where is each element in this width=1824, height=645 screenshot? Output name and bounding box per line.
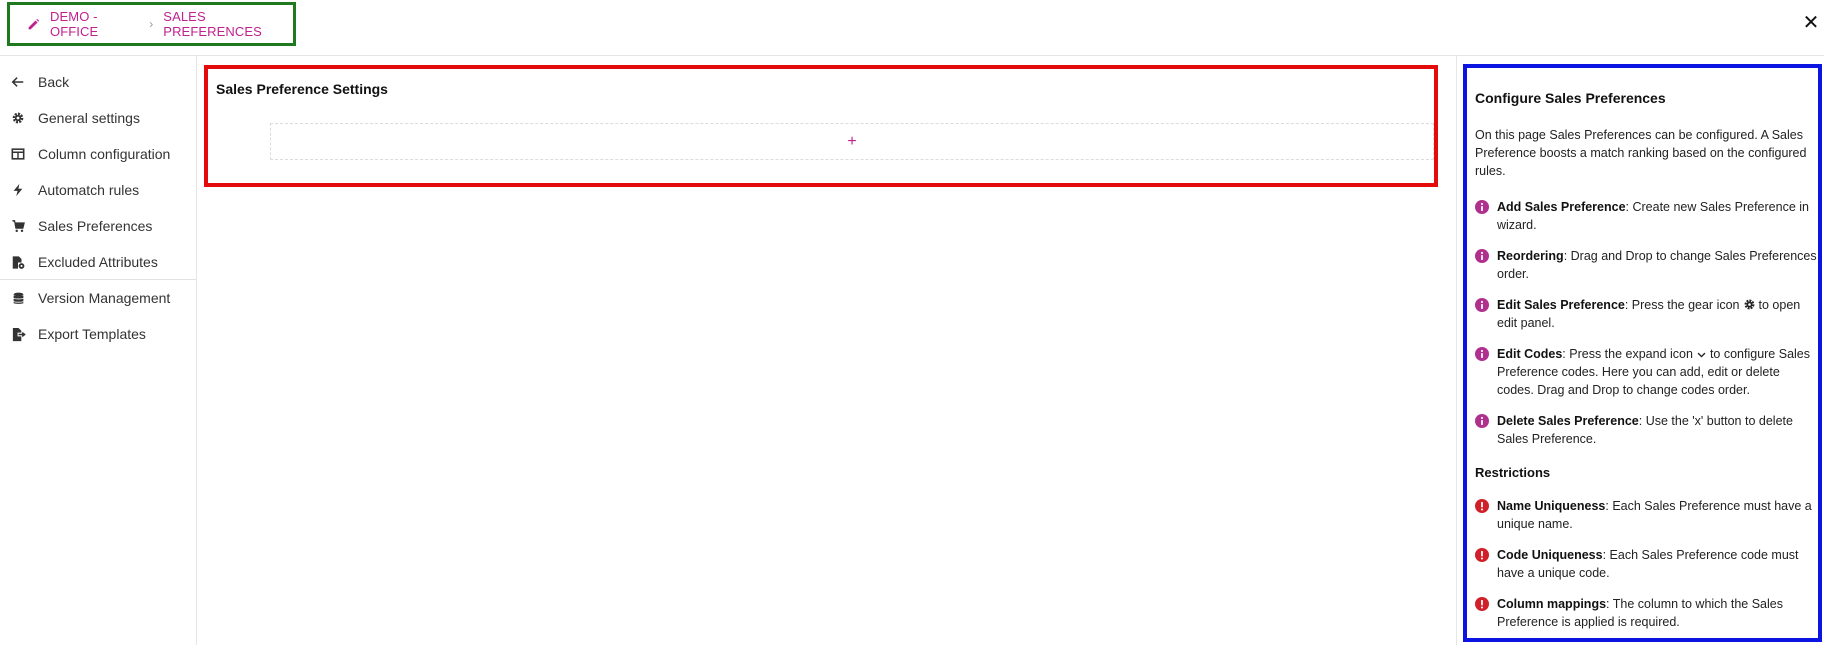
arrow-left-icon: [10, 74, 26, 90]
help-item-edit-codes: Edit Codes: Press the expand icon to conf…: [1475, 345, 1820, 399]
sales-preference-settings-panel: Sales Preference Settings +: [204, 65, 1438, 187]
restriction-code-uniqueness: Code Uniqueness: Each Sales Preference c…: [1475, 546, 1820, 582]
close-button[interactable]: ✕: [1801, 13, 1821, 33]
help-intro: On this page Sales Preferences can be co…: [1475, 128, 1807, 178]
info-icon: [1475, 298, 1489, 312]
restriction-column-mappings: Column mappings: The column to which the…: [1475, 595, 1820, 631]
sidebar-item-label: Sales Preferences: [38, 218, 153, 234]
sidebar-item-automatch-rules[interactable]: Automatch rules: [0, 172, 196, 208]
sidebar-item-version-management[interactable]: Version Management: [0, 280, 196, 316]
help-item-reordering: Reordering: Drag and Drop to change Sale…: [1475, 247, 1820, 283]
info-icon: [1475, 200, 1489, 214]
sidebar-item-label: Export Templates: [38, 326, 146, 342]
breadcrumb-item-sales-preferences[interactable]: SALES PREFERENCES: [163, 9, 293, 39]
restriction-title: Name Uniqueness: [1497, 499, 1606, 513]
warning-icon: [1475, 499, 1489, 513]
warning-icon: [1475, 548, 1489, 562]
sidebar-item-label: Version Management: [38, 290, 171, 306]
help-item-title: Edit Codes: [1497, 347, 1563, 361]
restriction-title: Code Uniqueness: [1497, 548, 1603, 562]
restrictions-title: Restrictions: [1475, 465, 1551, 480]
help-item-edit: Edit Sales Preference: Press the gear ic…: [1475, 296, 1820, 332]
chevron-down-icon: [1697, 352, 1706, 358]
sidebar-item-label: Back: [38, 74, 70, 90]
info-icon: [1475, 414, 1489, 428]
cart-icon: [10, 218, 26, 234]
restriction-name-uniqueness: Name Uniqueness: Each Sales Preference m…: [1475, 497, 1820, 533]
help-title: Configure Sales Preferences: [1475, 90, 1666, 106]
breadcrumb: DEMO - OFFICE › SALES PREFERENCES: [7, 2, 296, 46]
sidebar-item-sales-preferences[interactable]: Sales Preferences: [0, 208, 196, 244]
header: DEMO - OFFICE › SALES PREFERENCES ✕: [0, 0, 1824, 56]
file-export-icon: [10, 326, 26, 342]
help-item-title: Add Sales Preference: [1497, 200, 1626, 214]
plus-icon: +: [847, 132, 857, 150]
sidebar-item-column-configuration[interactable]: Column configuration: [0, 136, 196, 172]
help-item-delete: Delete Sales Preference: Use the 'x' but…: [1475, 412, 1820, 448]
page-title: Sales Preference Settings: [216, 81, 388, 97]
breadcrumb-item-office[interactable]: DEMO - OFFICE: [50, 9, 139, 39]
warning-icon: [1475, 597, 1489, 611]
bolt-icon: [10, 182, 26, 198]
sidebar-item-excluded-attributes[interactable]: Excluded Attributes: [0, 244, 196, 280]
gear-icon: [1744, 299, 1754, 310]
columns-icon: [10, 146, 26, 162]
sidebar-item-general-settings[interactable]: General settings: [0, 100, 196, 136]
help-item-add: Add Sales Preference: Create new Sales P…: [1475, 198, 1820, 234]
help-item-text: : Press the expand icon: [1562, 347, 1693, 361]
help-item-title: Reordering: [1497, 249, 1564, 263]
database-icon: [10, 290, 26, 306]
help-item-title: Delete Sales Preference: [1497, 414, 1639, 428]
info-icon: [1475, 249, 1489, 263]
sidebar-item-export-templates[interactable]: Export Templates: [0, 316, 196, 352]
sidebar-item-label: Column configuration: [38, 146, 171, 162]
sidebar: Back General settings Column configurati…: [0, 56, 197, 645]
info-icon: [1475, 347, 1489, 361]
sidebar-item-back[interactable]: Back: [0, 64, 196, 100]
file-settings-icon: [10, 254, 26, 270]
sidebar-item-label: General settings: [38, 110, 140, 126]
restriction-title: Column mappings: [1497, 597, 1607, 611]
pencil-icon: [27, 18, 40, 31]
sidebar-item-label: Excluded Attributes: [38, 254, 158, 270]
add-sales-preference-button[interactable]: +: [270, 123, 1434, 160]
help-content: Configure Sales Preferences On this page…: [1463, 64, 1822, 642]
help-item-text: : Press the gear icon: [1624, 298, 1740, 312]
help-item-title: Edit Sales Preference: [1497, 298, 1625, 312]
chevron-right-icon: ›: [149, 17, 154, 31]
sidebar-item-label: Automatch rules: [38, 182, 140, 198]
gear-icon: [10, 110, 26, 126]
